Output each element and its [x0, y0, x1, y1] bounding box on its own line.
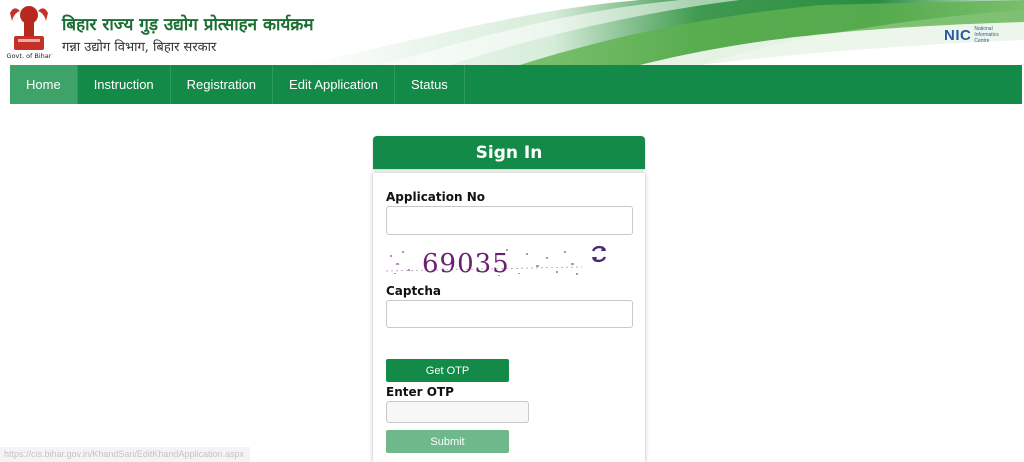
nav-instruction[interactable]: Instruction [78, 65, 171, 104]
signin-title: Sign In [373, 136, 645, 169]
main-nav: Home Instruction Registration Edit Appli… [10, 65, 1022, 104]
site-header: Govt. of Bihar बिहार राज्य गुड़ उद्योग प… [0, 0, 1024, 65]
captcha-value: 69035 [422, 249, 510, 279]
page-title: बिहार राज्य गुड़ उद्योग प्रोत्साहन कार्य… [62, 15, 314, 35]
captcha-label: Captcha [386, 284, 441, 298]
status-bar-url: https://cis.bihar.gov.in/KhandSari/EditK… [0, 447, 250, 462]
captcha-image: 69035 [386, 243, 582, 281]
page-subtitle: गन्ना उद्योग विभाग, बिहार सरकार [62, 40, 217, 55]
emblem-caption: Govt. of Bihar [6, 52, 52, 60]
nav-status[interactable]: Status [395, 65, 465, 104]
nav-registration[interactable]: Registration [171, 65, 274, 104]
get-otp-button[interactable]: Get OTP [386, 359, 509, 382]
nav-edit-application[interactable]: Edit Application [273, 65, 395, 104]
enter-otp-label: Enter OTP [386, 385, 454, 399]
nic-logo-text: NIC [944, 26, 972, 44]
submit-button[interactable]: Submit [386, 430, 509, 453]
otp-input[interactable] [386, 401, 529, 423]
nic-logo-subtext: National Informatics Centre [974, 26, 999, 44]
nic-logo: NIC National Informatics Centre [944, 26, 1008, 44]
captcha-input[interactable] [386, 300, 633, 328]
refresh-captcha-icon[interactable] [588, 243, 610, 265]
nav-home[interactable]: Home [10, 65, 78, 104]
application-no-label: Application No [386, 190, 486, 204]
application-no-input[interactable] [386, 206, 633, 235]
